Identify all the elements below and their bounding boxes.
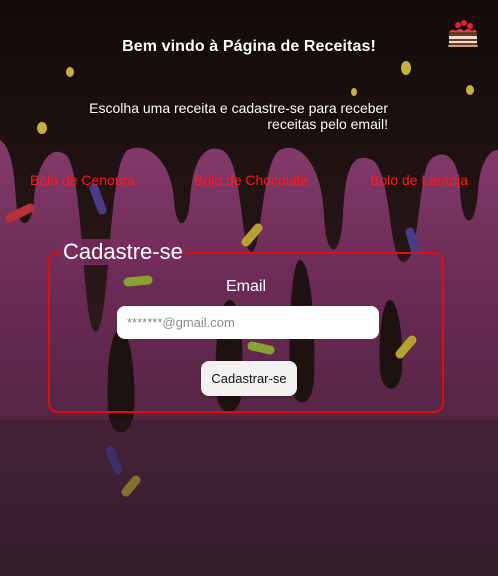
- nav-link-bolo-de-chocolate[interactable]: Bolo de Chocolate: [194, 172, 308, 188]
- nav-link-bolo-de-cenoura[interactable]: Bolo de Cenoura: [30, 172, 135, 188]
- cake-icon: [446, 18, 480, 48]
- signup-button[interactable]: Cadastrar-se: [201, 361, 297, 396]
- email-input[interactable]: [117, 306, 379, 339]
- email-label: Email: [225, 278, 266, 295]
- signup-form: Cadastre-se Email Cadastrar-se: [48, 239, 444, 413]
- page-subtitle: Escolha uma receita e cadastre-se para r…: [89, 100, 388, 132]
- nav-link-bolo-de-laranja[interactable]: Bolo de Laranja: [370, 172, 468, 188]
- page-title: Bem vindo à Página de Receitas!: [122, 38, 376, 55]
- signup-legend: Cadastre-se: [60, 239, 186, 265]
